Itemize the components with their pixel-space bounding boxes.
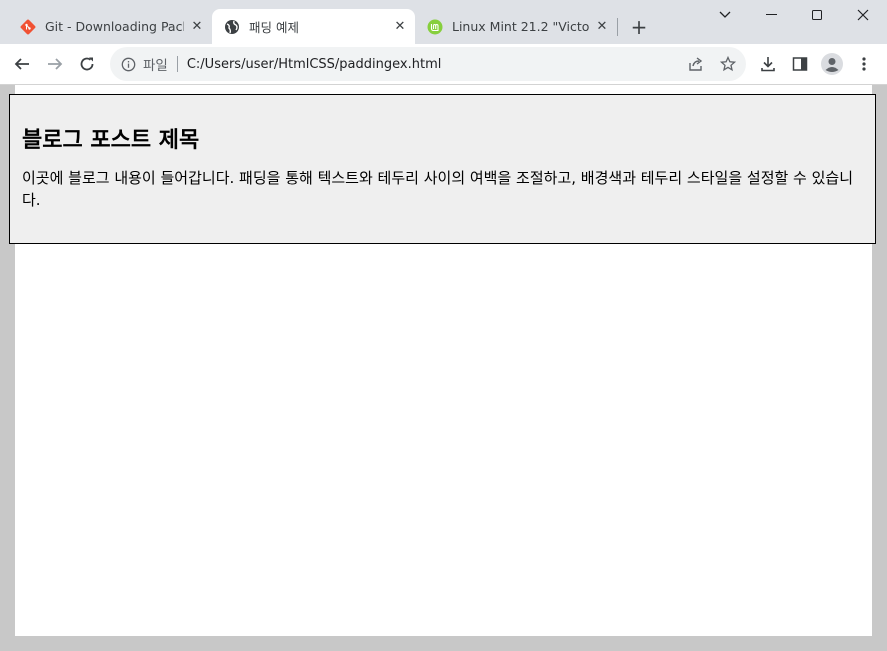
git-icon — [20, 19, 36, 35]
tab-title: Linux Mint 21.2 "Victoria" — [452, 19, 589, 34]
tab-separator — [617, 18, 618, 36]
close-tab-icon[interactable]: ✕ — [593, 18, 611, 36]
toolbar: 파일 C:/Users/user/HtmlCSS/paddingex.html — [0, 44, 887, 85]
close-window-button[interactable] — [840, 0, 886, 30]
tab-search-chevron-icon[interactable] — [702, 0, 748, 30]
download-icon[interactable] — [754, 50, 782, 78]
close-tab-icon[interactable]: ✕ — [188, 18, 206, 36]
scheme-label: 파일 — [143, 58, 168, 74]
url-text[interactable]: C:/Users/user/HtmlCSS/paddingex.html — [187, 57, 442, 72]
share-icon[interactable] — [683, 51, 709, 77]
close-tab-icon[interactable]: ✕ — [391, 18, 409, 36]
globe-icon — [224, 19, 240, 35]
tab-linux-mint[interactable]: Linux Mint 21.2 "Victoria" ✕ — [415, 9, 617, 44]
new-tab-button[interactable]: + — [626, 14, 652, 40]
linux-mint-icon — [427, 19, 443, 35]
tab-strip: Git - Downloading Package ✕ 패딩 예제 ✕ Linu… — [0, 0, 887, 44]
tab-title: 패딩 예제 — [249, 20, 299, 35]
info-icon[interactable] — [119, 55, 137, 73]
reload-button[interactable] — [73, 50, 101, 78]
post-title: 블로그 포스트 제목 — [22, 128, 200, 153]
address-bar[interactable]: 파일 C:/Users/user/HtmlCSS/paddingex.html — [110, 47, 746, 81]
tab-git[interactable]: Git - Downloading Package ✕ — [8, 9, 212, 44]
minimize-button[interactable] — [748, 0, 794, 30]
profile-avatar-icon[interactable] — [818, 50, 846, 78]
back-button[interactable] — [8, 50, 36, 78]
maximize-button[interactable] — [794, 0, 840, 30]
post-body: 이곳에 블로그 내용이 들어갑니다. 패딩을 통해 텍스트와 테두리 사이의 여… — [22, 169, 854, 209]
menu-kebab-icon[interactable] — [850, 50, 878, 78]
tab-padding-example[interactable]: 패딩 예제 ✕ — [212, 9, 415, 44]
browser-window: Git - Downloading Package ✕ 패딩 예제 ✕ Linu… — [0, 0, 887, 651]
blog-post-box: 블로그 포스트 제목 이곳에 블로그 내용이 들어갑니다. 패딩을 통해 텍스트… — [9, 94, 876, 244]
tab-title: Git - Downloading Package — [45, 19, 184, 34]
bookmark-star-icon[interactable] — [715, 51, 741, 77]
forward-button[interactable] — [41, 50, 69, 78]
side-panel-icon[interactable] — [786, 50, 814, 78]
address-divider — [176, 56, 178, 72]
